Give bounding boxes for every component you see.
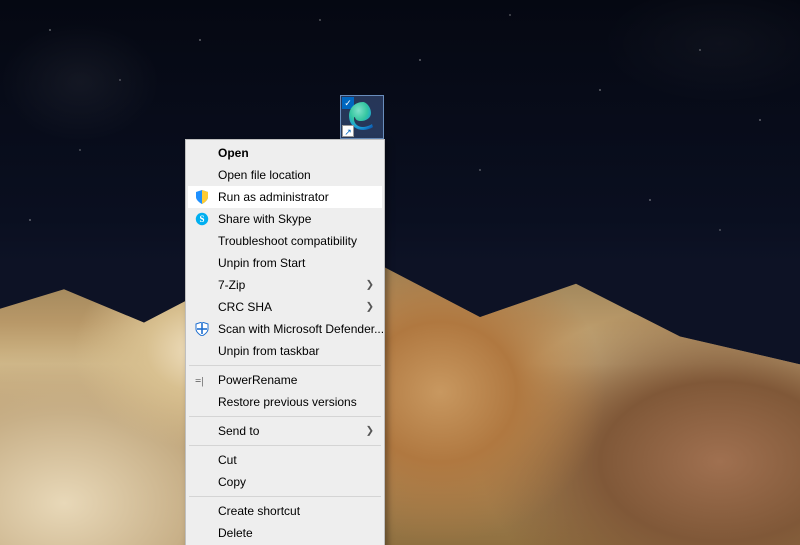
menu-item-share-skype[interactable]: S Share with Skype: [188, 208, 382, 230]
wallpaper-stars: [0, 0, 800, 267]
menu-icon-empty: [194, 394, 210, 410]
shortcut-arrow-icon: ↗: [342, 125, 354, 137]
menu-item-send-to[interactable]: Send to ❯: [188, 420, 382, 442]
menu-item-label: Scan with Microsoft Defender...: [218, 322, 384, 336]
menu-icon-empty: [194, 145, 210, 161]
menu-item-label: Delete: [218, 526, 253, 540]
menu-item-label: 7-Zip: [218, 278, 245, 292]
menu-item-label: Unpin from Start: [218, 256, 305, 270]
shield-admin-icon: [194, 189, 210, 205]
desktop-icon-edge[interactable]: ✓ ↗: [340, 95, 384, 139]
menu-icon-empty: [194, 277, 210, 293]
menu-item-defender-scan[interactable]: Scan with Microsoft Defender...: [188, 318, 382, 340]
chevron-right-icon: ❯: [366, 280, 374, 291]
menu-icon-empty: [194, 255, 210, 271]
menu-icon-empty: [194, 167, 210, 183]
menu-item-label: Cut: [218, 453, 237, 467]
menu-item-label: Share with Skype: [218, 212, 311, 226]
menu-item-label: CRC SHA: [218, 300, 272, 314]
menu-icon-empty: [194, 343, 210, 359]
menu-icon-empty: [194, 423, 210, 439]
menu-item-cut[interactable]: Cut: [188, 449, 382, 471]
menu-item-label: Create shortcut: [218, 504, 300, 518]
menu-item-crc-sha[interactable]: CRC SHA ❯: [188, 296, 382, 318]
menu-item-power-rename[interactable]: =| PowerRename: [188, 369, 382, 391]
svg-text:=|: =|: [195, 375, 203, 387]
menu-separator: [189, 445, 381, 446]
menu-icon-empty: [194, 503, 210, 519]
menu-item-unpin-taskbar[interactable]: Unpin from taskbar: [188, 340, 382, 362]
menu-separator: [189, 416, 381, 417]
desktop-context-menu: Open Open file location Run as administrat…: [185, 139, 385, 545]
menu-icon-empty: [194, 452, 210, 468]
chevron-right-icon: ❯: [366, 302, 374, 313]
menu-item-restore-versions[interactable]: Restore previous versions: [188, 391, 382, 413]
menu-icon-empty: [194, 525, 210, 541]
menu-item-label: Copy: [218, 475, 246, 489]
menu-item-label: Open file location: [218, 168, 311, 182]
chevron-right-icon: ❯: [366, 426, 374, 437]
menu-icon-empty: [194, 474, 210, 490]
menu-item-label: Restore previous versions: [218, 395, 357, 409]
menu-separator: [189, 496, 381, 497]
menu-item-copy[interactable]: Copy: [188, 471, 382, 493]
menu-icon-empty: [194, 299, 210, 315]
rename-icon: =|: [194, 372, 210, 388]
menu-separator: [189, 365, 381, 366]
menu-item-label: Troubleshoot compatibility: [218, 234, 357, 248]
menu-item-delete[interactable]: Delete: [188, 522, 382, 544]
menu-item-label: Unpin from taskbar: [218, 344, 319, 358]
menu-item-troubleshoot[interactable]: Troubleshoot compatibility: [188, 230, 382, 252]
menu-item-open-file-location[interactable]: Open file location: [188, 164, 382, 186]
menu-item-label: Open: [218, 146, 249, 160]
menu-item-seven-zip[interactable]: 7-Zip ❯: [188, 274, 382, 296]
defender-icon: [194, 321, 210, 337]
menu-item-label: PowerRename: [218, 373, 297, 387]
menu-item-run-as-admin[interactable]: Run as administrator: [188, 186, 382, 208]
menu-item-label: Send to: [218, 424, 259, 438]
menu-item-label: Run as administrator: [218, 190, 329, 204]
svg-text:S: S: [199, 214, 204, 224]
menu-item-unpin-start[interactable]: Unpin from Start: [188, 252, 382, 274]
skype-icon: S: [194, 211, 210, 227]
menu-item-create-shortcut[interactable]: Create shortcut: [188, 500, 382, 522]
menu-item-open[interactable]: Open: [188, 142, 382, 164]
menu-icon-empty: [194, 233, 210, 249]
